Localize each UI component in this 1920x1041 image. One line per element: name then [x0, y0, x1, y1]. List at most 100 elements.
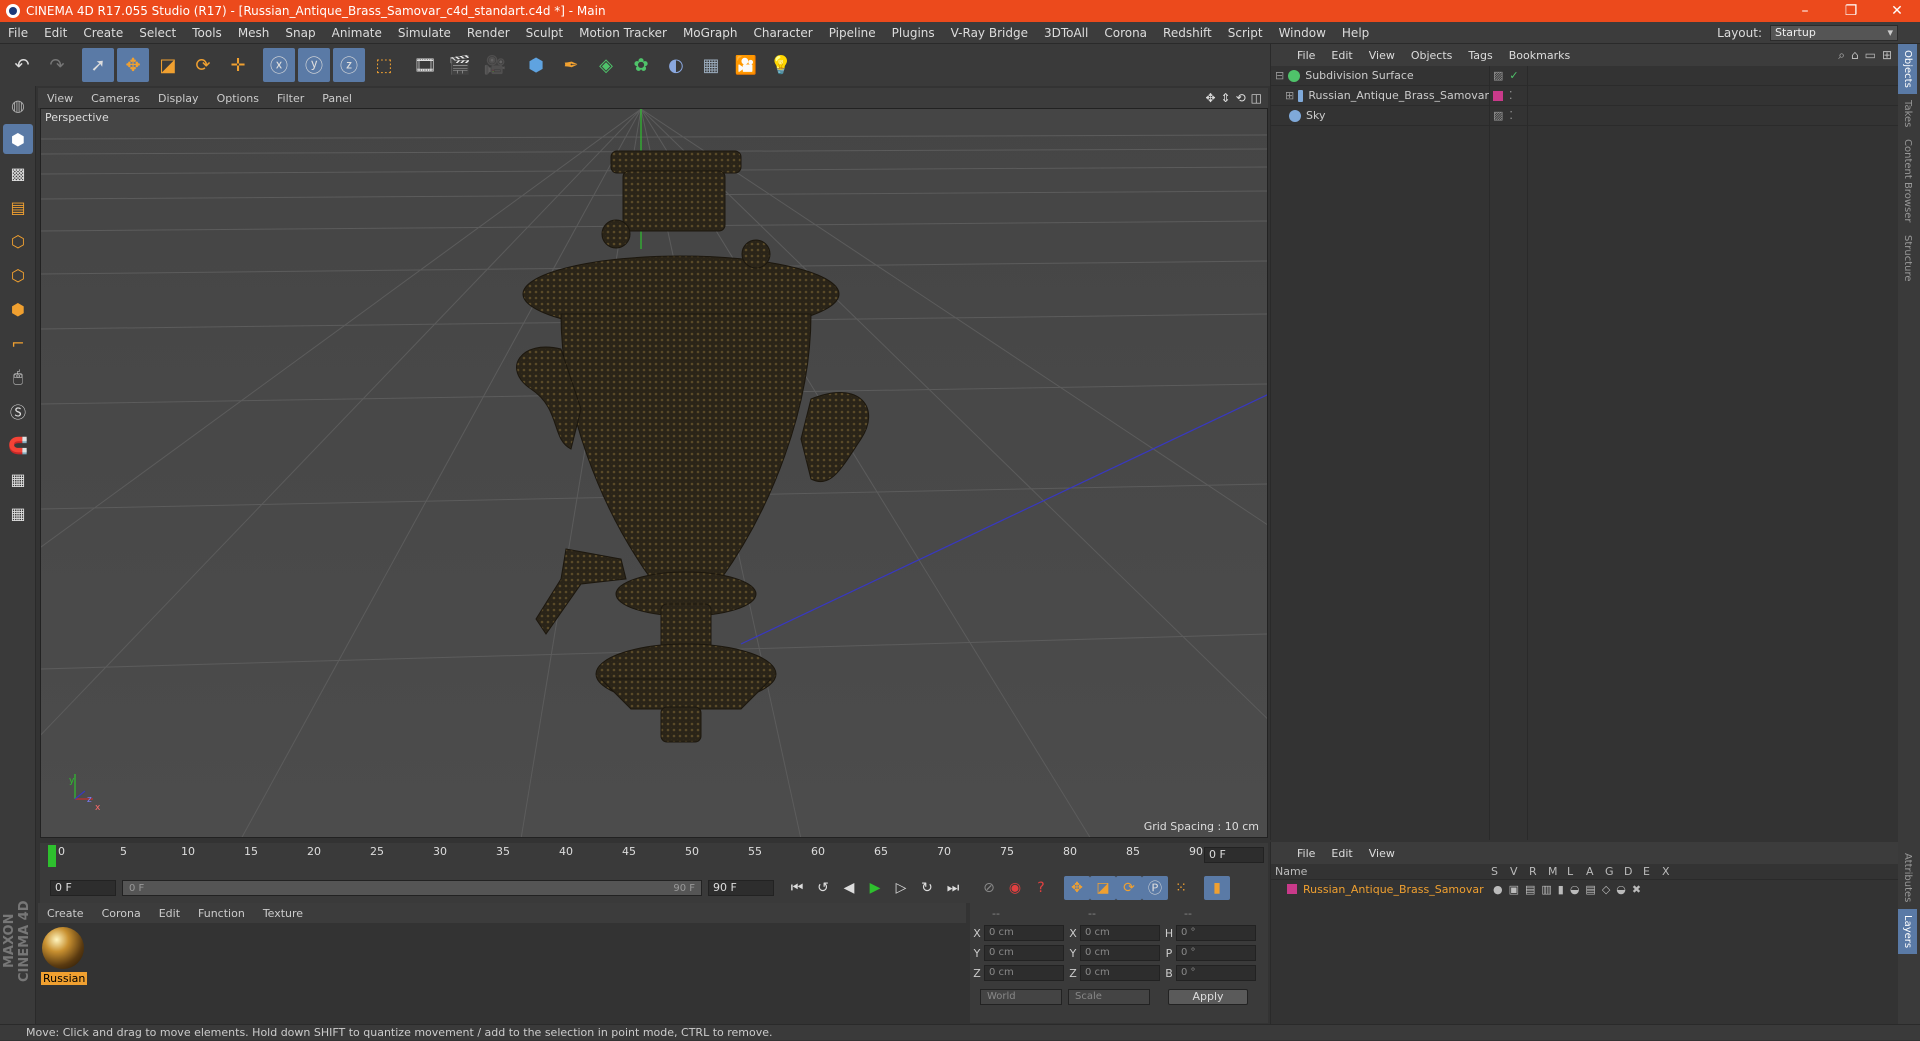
- visibility-dots-icon[interactable]: ⁚: [1509, 109, 1513, 122]
- menu-sculpt[interactable]: Sculpt: [518, 26, 571, 40]
- tab-takes[interactable]: Takes: [1898, 94, 1917, 133]
- position-x-field[interactable]: 0 cm: [984, 925, 1064, 941]
- menu-help[interactable]: Help: [1334, 26, 1377, 40]
- select-tool-icon[interactable]: ➚: [82, 48, 114, 82]
- point-mode-icon[interactable]: ⬡: [3, 226, 33, 256]
- object-row-sky[interactable]: Sky ▨ ⁚: [1271, 106, 1898, 126]
- minimize-button[interactable]: –: [1782, 0, 1828, 22]
- autokey-icon[interactable]: ?: [1028, 876, 1054, 900]
- layer-toggle-icon[interactable]: ▨: [1493, 109, 1503, 122]
- object-name[interactable]: Sky: [1306, 109, 1325, 122]
- axis-mode-icon[interactable]: ⌐: [3, 328, 33, 358]
- menu-create[interactable]: Create: [75, 26, 131, 40]
- playhead-marker[interactable]: [48, 845, 56, 867]
- next-frame-icon[interactable]: ▷: [888, 876, 914, 900]
- material-menu-corona[interactable]: Corona: [93, 907, 150, 920]
- y-axis-lock-icon[interactable]: ⓨ: [298, 48, 330, 82]
- collapse-icon[interactable]: ⊟: [1275, 69, 1284, 82]
- deformer-icon[interactable]: ◐: [660, 48, 692, 82]
- size-mode-dropdown[interactable]: Scale: [1068, 989, 1150, 1005]
- objects-menu-file[interactable]: File: [1289, 49, 1323, 62]
- render-view-icon[interactable]: 🎞: [409, 48, 441, 82]
- material-preview-sphere[interactable]: [42, 927, 84, 969]
- layer-name[interactable]: Russian_Antique_Brass_Samovar: [1303, 883, 1493, 896]
- object-row-subdivision-surface[interactable]: ⊟ Subdivision Surface ▨ ✓: [1271, 66, 1898, 86]
- subdivision-generator-icon[interactable]: ◈: [590, 48, 622, 82]
- object-manager-restore-icon[interactable]: ▭: [1865, 48, 1876, 63]
- layer-flags-icons[interactable]: ●▣▤▥▮◒▤◇◒✖: [1493, 883, 1647, 896]
- texture-mode-icon[interactable]: ▩: [3, 158, 33, 188]
- menu-simulate[interactable]: Simulate: [390, 26, 459, 40]
- object-name[interactable]: Russian_Antique_Brass_Samovar: [1308, 89, 1489, 102]
- rotation-h-field[interactable]: 0 °: [1176, 925, 1256, 941]
- record-keys-icon[interactable]: ◉: [1002, 876, 1028, 900]
- render-picture-viewer-icon[interactable]: 🎬: [444, 48, 476, 82]
- size-z-field[interactable]: 0 cm: [1080, 965, 1160, 981]
- layer-toggle-icon[interactable]: ▨: [1493, 69, 1503, 82]
- light-icon[interactable]: 💡: [765, 48, 797, 82]
- previous-key-icon[interactable]: ↺: [810, 876, 836, 900]
- maximize-button[interactable]: ❐: [1828, 0, 1874, 22]
- tab-content-browser[interactable]: Content Browser: [1898, 133, 1917, 228]
- viewport-menu-options[interactable]: Options: [208, 92, 268, 105]
- layer-color-icon[interactable]: [1493, 90, 1503, 101]
- tab-attributes[interactable]: Attributes: [1898, 847, 1917, 908]
- magnet-icon[interactable]: 🧲: [3, 430, 33, 460]
- menu-vray-bridge[interactable]: V-Ray Bridge: [943, 26, 1036, 40]
- menu-mesh[interactable]: Mesh: [230, 26, 278, 40]
- go-to-end-icon[interactable]: ⏭: [940, 876, 966, 900]
- x-axis-lock-icon[interactable]: ⓧ: [263, 48, 295, 82]
- objects-menu-tags[interactable]: Tags: [1460, 49, 1500, 62]
- viewport-camera-label[interactable]: Perspective: [45, 111, 109, 124]
- edge-mode-icon[interactable]: ⬡: [3, 260, 33, 290]
- viewport-dolly-icon[interactable]: ⇕: [1221, 91, 1231, 105]
- viewport-rotate-icon[interactable]: ⟲: [1236, 91, 1246, 105]
- menu-3dtoall[interactable]: 3DToAll: [1036, 26, 1096, 40]
- menu-corona[interactable]: Corona: [1096, 26, 1155, 40]
- floor-scene-icon[interactable]: ▦: [695, 48, 727, 82]
- objects-menu-edit[interactable]: Edit: [1323, 49, 1360, 62]
- key-pla-icon[interactable]: ⁙: [1168, 876, 1194, 900]
- key-rotation-icon[interactable]: ⟳: [1116, 876, 1142, 900]
- menu-character[interactable]: Character: [745, 26, 820, 40]
- timeline-window-icon[interactable]: ▮: [1204, 876, 1230, 900]
- layer-row[interactable]: Russian_Antique_Brass_Samovar ●▣▤▥▮◒▤◇◒✖: [1271, 880, 1898, 898]
- apply-button[interactable]: Apply: [1168, 989, 1248, 1005]
- go-to-start-icon[interactable]: ⏮: [784, 876, 810, 900]
- z-axis-lock-icon[interactable]: ⓩ: [333, 48, 365, 82]
- tab-structure[interactable]: Structure: [1898, 229, 1917, 288]
- next-key-icon[interactable]: ↻: [914, 876, 940, 900]
- objects-menu-view[interactable]: View: [1361, 49, 1403, 62]
- menu-edit[interactable]: Edit: [36, 26, 75, 40]
- key-position-icon[interactable]: ✥: [1064, 876, 1090, 900]
- expand-icon[interactable]: ⊞: [1285, 89, 1294, 102]
- close-button[interactable]: ✕: [1874, 0, 1920, 22]
- menu-animate[interactable]: Animate: [324, 26, 390, 40]
- tab-layers[interactable]: Layers: [1898, 908, 1917, 954]
- menu-select[interactable]: Select: [131, 26, 184, 40]
- menu-snap[interactable]: Snap: [277, 26, 323, 40]
- polygon-mode-icon[interactable]: ⬢: [3, 294, 33, 324]
- end-frame-field[interactable]: 90 F: [708, 880, 774, 896]
- menu-motion-tracker[interactable]: Motion Tracker: [571, 26, 675, 40]
- material-menu-create[interactable]: Create: [38, 907, 93, 920]
- tab-objects[interactable]: Objects: [1898, 44, 1917, 94]
- size-y-field[interactable]: 0 cm: [1080, 945, 1160, 961]
- layout-dropdown[interactable]: Startup: [1770, 24, 1898, 41]
- play-icon[interactable]: ▶: [862, 876, 888, 900]
- snap-icon[interactable]: Ⓢ: [3, 396, 33, 426]
- motion-record-icon[interactable]: ⊘: [976, 876, 1002, 900]
- rotation-b-field[interactable]: 0 °: [1176, 965, 1256, 981]
- menu-redshift[interactable]: Redshift: [1155, 26, 1220, 40]
- material-menu-edit[interactable]: Edit: [150, 907, 189, 920]
- material-menu-function[interactable]: Function: [189, 907, 254, 920]
- locked-workplane-icon[interactable]: ▦: [3, 464, 33, 494]
- perspective-viewport[interactable]: Perspective y z x Grid Spacing : 10 cm: [40, 108, 1268, 838]
- viewport-menu-filter[interactable]: Filter: [268, 92, 313, 105]
- key-parameter-icon[interactable]: Ⓟ: [1142, 876, 1168, 900]
- key-scale-icon[interactable]: ◪: [1090, 876, 1116, 900]
- objects-menu-objects[interactable]: Objects: [1403, 49, 1461, 62]
- object-name[interactable]: Subdivision Surface: [1305, 69, 1413, 82]
- object-manager-expand-icon[interactable]: ⊞: [1882, 48, 1892, 63]
- menu-window[interactable]: Window: [1271, 26, 1334, 40]
